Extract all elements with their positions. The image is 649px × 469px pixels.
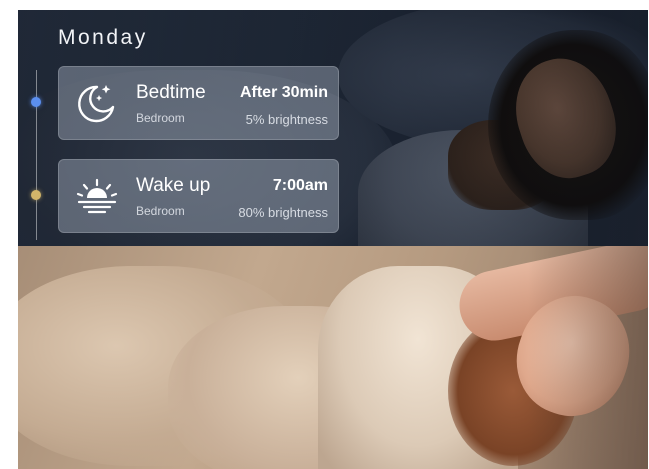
- timeline-dot-bedtime: [31, 97, 41, 107]
- timeline-dot-wakeup: [31, 190, 41, 200]
- moon-stars-icon: [78, 85, 115, 123]
- schedule-name: Bedtime: [136, 82, 206, 103]
- schedule-room: Bedroom: [136, 204, 185, 218]
- day-title: Monday: [58, 26, 148, 49]
- schedule-name: Wake up: [136, 175, 211, 196]
- schedule-brightness: 5% brightness: [245, 112, 328, 127]
- schedule-time: After 30min: [239, 84, 328, 101]
- schedule-brightness: 80% brightness: [238, 205, 328, 220]
- sunrise-icon: [76, 178, 118, 214]
- schedule-time: 7:00am: [272, 177, 328, 194]
- morning-wake-photo: [18, 246, 648, 469]
- timeline-line: [36, 70, 37, 240]
- app-frame: Monday Bedtime Bedroom After 30min 5% br…: [18, 10, 648, 469]
- schedule-card-bedtime[interactable]: Bedtime Bedroom After 30min 5% brightnes…: [58, 66, 339, 140]
- schedule-card-wakeup[interactable]: Wake up Bedroom 7:00am 80% brightness: [58, 159, 339, 233]
- schedule-room: Bedroom: [136, 111, 185, 125]
